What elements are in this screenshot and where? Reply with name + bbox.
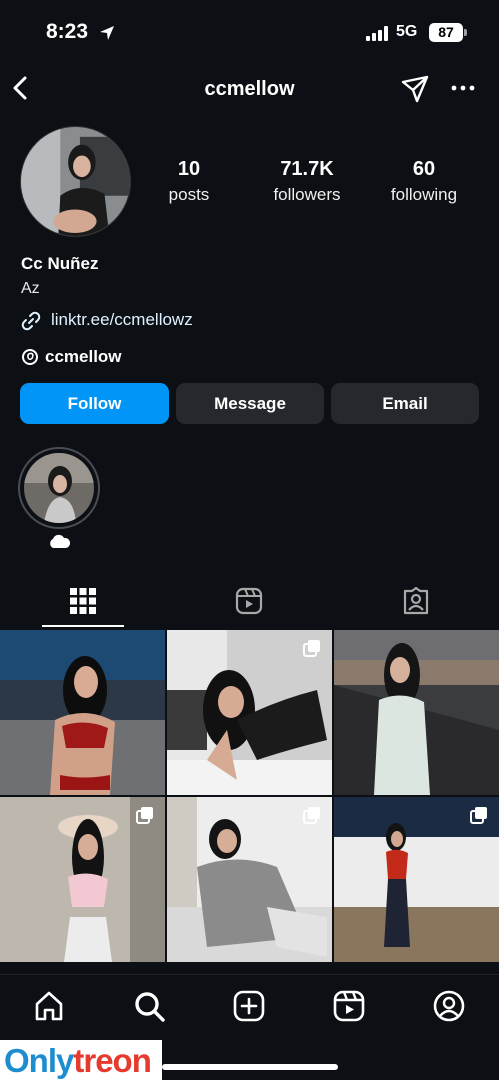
battery-icon: 87	[429, 23, 463, 42]
multi-post-icon	[470, 807, 487, 824]
display-name: Cc Nuñez	[21, 254, 99, 273]
post-thumbnail[interactable]	[0, 630, 165, 795]
tagged-icon	[403, 586, 429, 615]
battery-level: 87	[438, 24, 454, 40]
post-thumbnail[interactable]	[334, 630, 499, 795]
threads-icon	[22, 349, 38, 365]
bio-link[interactable]: linktr.ee/ccmellowz	[51, 310, 193, 330]
watermark-logo: Onlytreon	[4, 1042, 152, 1080]
status-time: 8:23	[46, 20, 89, 43]
multi-post-icon	[303, 807, 320, 824]
followers-count: 71.7K	[280, 158, 334, 180]
follow-button[interactable]: Follow	[20, 383, 169, 424]
tab-grid[interactable]	[0, 570, 166, 628]
active-tab-indicator	[42, 625, 124, 627]
bio-text: Az	[21, 280, 40, 297]
multi-post-icon	[303, 640, 320, 657]
home-indicator	[162, 1064, 338, 1070]
following-label: following	[390, 185, 458, 204]
email-button[interactable]: Email	[331, 383, 479, 424]
post-image	[0, 630, 165, 795]
profile-header: ccmellow	[0, 62, 499, 116]
post-thumbnail[interactable]	[167, 797, 332, 962]
tab-tagged[interactable]	[333, 570, 499, 628]
battery-tip	[464, 29, 467, 36]
posts-label: posts	[168, 185, 210, 204]
profile-icon[interactable]	[432, 989, 466, 1023]
link-icon	[21, 311, 41, 331]
posts-count: 10	[177, 158, 201, 180]
profile-avatar[interactable]	[20, 126, 131, 237]
more-options-icon[interactable]	[448, 78, 478, 98]
watermark: Onlytreon	[0, 1040, 162, 1080]
story-highlight[interactable]	[18, 447, 100, 529]
home-icon[interactable]	[32, 989, 66, 1023]
add-icon[interactable]	[232, 989, 266, 1023]
post-thumbnail[interactable]	[0, 797, 165, 962]
followers-label: followers	[273, 185, 341, 204]
reels-icon[interactable]	[332, 989, 366, 1023]
threads-badge[interactable]: ccmellow	[45, 347, 122, 367]
message-button[interactable]: Message	[176, 383, 324, 424]
reels-icon	[235, 587, 263, 615]
multi-post-icon	[136, 807, 153, 824]
signal-icon	[366, 26, 388, 41]
cloud-icon	[50, 534, 71, 548]
tab-reels[interactable]	[166, 570, 332, 628]
highlight-cover	[24, 453, 94, 523]
following-count: 60	[412, 158, 436, 180]
watermark-part1: Only	[4, 1042, 74, 1079]
location-arrow-icon	[100, 26, 114, 40]
network-label: 5G	[396, 23, 418, 40]
search-icon[interactable]	[132, 989, 166, 1023]
stat-posts[interactable]: 10 posts	[134, 158, 244, 205]
post-thumbnail[interactable]	[167, 630, 332, 795]
profile-tabs	[0, 570, 499, 628]
grid-icon	[70, 588, 96, 614]
post-grid	[0, 630, 499, 974]
stat-following[interactable]: 60 following	[369, 158, 479, 205]
post-image	[334, 630, 499, 795]
status-bar: 8:23 5G 87	[0, 0, 499, 62]
post-thumbnail[interactable]	[334, 797, 499, 962]
watermark-part2: treon	[73, 1042, 151, 1079]
stat-followers[interactable]: 71.7K followers	[252, 158, 362, 205]
send-icon[interactable]	[400, 74, 430, 104]
